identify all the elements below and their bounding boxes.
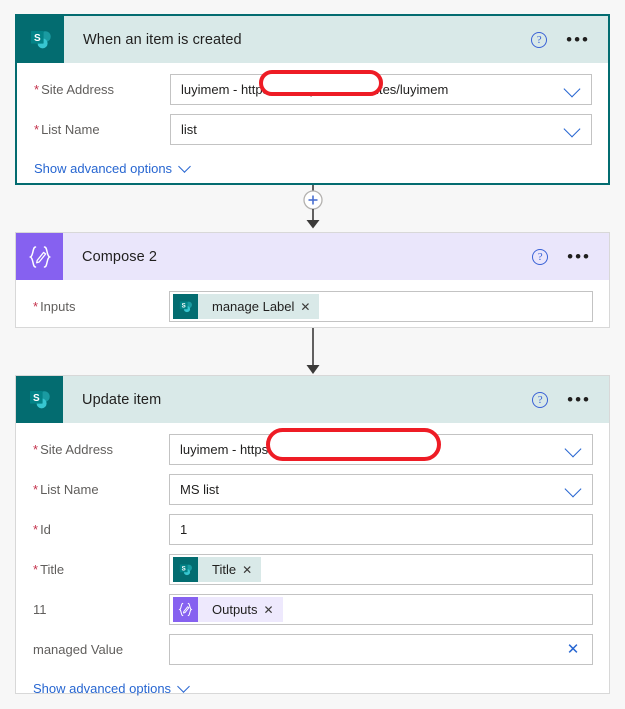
field-row-title: * Title S Title ✕ — [16, 554, 609, 585]
card-body-compose: * Inputs S manage Label ✕ — [16, 280, 609, 341]
site-address-value: luyimem - https:// harepoint.com/sites/l… — [181, 82, 449, 97]
required-asterisk: * — [33, 562, 39, 577]
field-11-input[interactable]: Outputs ✕ — [169, 594, 593, 625]
flow-step-card-update[interactable]: S Update item ? ••• * Site Address luyime… — [15, 375, 610, 696]
list-name-dropdown[interactable]: MS list — [169, 474, 593, 505]
more-options-icon[interactable]: ••• — [566, 31, 590, 48]
field-label-list-name: * List Name — [33, 482, 99, 497]
card-header-trigger[interactable]: S When an item is created ? ••• — [17, 16, 608, 63]
card-body-update: * Site Address luyimem - https:// tes/luy… — [16, 423, 609, 709]
token-label: Outputs — [212, 602, 258, 617]
chevron-down-icon — [178, 160, 191, 173]
card-header-actions-trigger: ? ••• — [531, 31, 608, 48]
help-icon[interactable]: ? — [532, 248, 549, 265]
site-address-value: luyimem - https:// tes/luyimem — [180, 442, 352, 457]
field-row-list-name: * List Name list — [17, 114, 608, 145]
title-field[interactable]: S Title ✕ — [169, 554, 593, 585]
svg-text:S: S — [32, 392, 39, 403]
sharepoint-icon: S — [173, 294, 198, 319]
field-row-11: 11 Outputs ✕ — [16, 594, 609, 625]
card-body-trigger: * Site Address luyimem - https:// harepoi… — [17, 63, 608, 189]
svg-text:S: S — [33, 32, 40, 43]
required-asterisk: * — [33, 482, 39, 497]
svg-text:S: S — [181, 302, 185, 309]
card-title-trigger: When an item is created — [83, 31, 242, 48]
sharepoint-icon: S — [17, 16, 64, 63]
add-step-button[interactable] — [298, 196, 326, 224]
chevron-down-icon[interactable] — [564, 480, 582, 497]
inputs-field[interactable]: S manage Label ✕ — [169, 291, 593, 322]
flow-designer-canvas: S When an item is created ? ••• * Site Ad… — [0, 0, 625, 708]
show-advanced-options-link-trigger[interactable]: Show advanced options — [17, 154, 191, 179]
required-asterisk: * — [33, 442, 39, 457]
site-address-dropdown[interactable]: luyimem - https:// tes/luyimem — [169, 434, 593, 465]
flow-step-card-compose[interactable]: Compose 2 ? ••• * Inputs S manage Label … — [15, 232, 610, 328]
flow-step-card-trigger[interactable]: S When an item is created ? ••• * Site Ad… — [15, 14, 610, 185]
card-header-compose[interactable]: Compose 2 ? ••• — [16, 233, 609, 280]
field-label-managed-value: managed Value — [33, 642, 124, 657]
field-row-list-name: * List Name MS list — [16, 474, 609, 505]
svg-text:S: S — [181, 565, 185, 572]
show-advanced-options-label: Show advanced options — [34, 161, 173, 176]
site-address-dropdown[interactable]: luyimem - https:// harepoint.com/sites/l… — [170, 74, 592, 105]
remove-token-icon[interactable]: ✕ — [242, 563, 261, 577]
show-advanced-options-label: Show advanced options — [33, 681, 172, 696]
card-header-actions-compose: ? ••• — [532, 248, 609, 265]
chevron-down-icon — [177, 680, 190, 693]
compose-icon — [16, 233, 63, 280]
dynamic-content-token[interactable]: Outputs ✕ — [173, 597, 283, 622]
field-label-site-address: * Site Address — [33, 442, 114, 457]
field-label-title: * Title — [33, 562, 65, 577]
card-header-actions-update: ? ••• — [532, 391, 609, 408]
chevron-down-icon[interactable] — [563, 80, 581, 97]
token-label: manage Label — [212, 299, 295, 314]
field-label-list-name: * List Name — [34, 122, 100, 137]
list-name-value: MS list — [180, 482, 219, 497]
required-asterisk: * — [34, 82, 40, 97]
token-label: Title — [212, 562, 237, 577]
remove-token-icon[interactable]: ✕ — [264, 603, 283, 617]
card-title-compose: Compose 2 — [82, 248, 158, 265]
field-row-inputs: * Inputs S manage Label ✕ — [16, 291, 609, 322]
show-advanced-options-link-update[interactable]: Show advanced options — [16, 674, 190, 699]
required-asterisk: * — [33, 522, 39, 537]
dynamic-content-token[interactable]: S manage Label ✕ — [173, 294, 320, 319]
field-row-site-address: * Site Address luyimem - https:// harepoi… — [17, 74, 608, 105]
field-label-id: * Id — [33, 522, 51, 537]
managed-value-input[interactable]: ✕ — [169, 634, 593, 665]
field-label-inputs: * Inputs — [33, 299, 76, 314]
sharepoint-icon: S — [173, 557, 198, 582]
remove-token-icon[interactable]: ✕ — [300, 300, 319, 314]
id-value: 1 — [180, 522, 188, 537]
help-icon[interactable]: ? — [532, 391, 549, 408]
more-options-icon[interactable]: ••• — [567, 248, 591, 265]
help-icon[interactable]: ? — [531, 31, 548, 48]
sharepoint-icon: S — [16, 376, 63, 423]
field-label-site-address: * Site Address — [34, 82, 115, 97]
id-input[interactable]: 1 — [169, 514, 593, 545]
close-icon[interactable]: ✕ — [565, 641, 581, 658]
compose-icon — [173, 597, 198, 622]
more-options-icon[interactable]: ••• — [567, 391, 591, 408]
field-label-11: 11 — [33, 602, 47, 617]
required-asterisk: * — [34, 122, 40, 137]
list-name-value: list — [181, 122, 197, 137]
chevron-down-icon[interactable] — [564, 440, 582, 457]
dynamic-content-token[interactable]: S Title ✕ — [173, 557, 262, 582]
field-row-id: * Id 1 — [16, 514, 609, 545]
field-row-site-address: * Site Address luyimem - https:// tes/luy… — [16, 434, 609, 465]
card-header-update[interactable]: S Update item ? ••• — [16, 376, 609, 423]
field-row-managed-value: managed Value ✕ — [16, 634, 609, 665]
list-name-dropdown[interactable]: list — [170, 114, 592, 145]
chevron-down-icon[interactable] — [563, 120, 581, 137]
card-title-update: Update item — [82, 391, 162, 408]
required-asterisk: * — [33, 299, 39, 314]
